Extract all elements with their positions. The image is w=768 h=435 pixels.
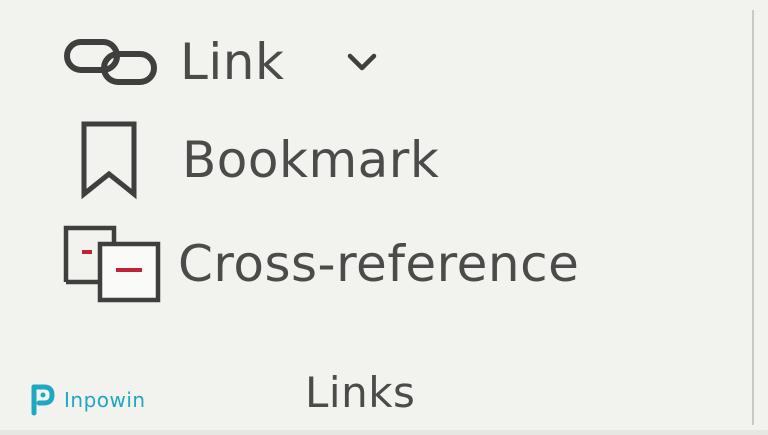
bookmark-button[interactable]: Bookmark <box>76 118 439 202</box>
cross-reference-icon <box>63 225 161 303</box>
link-label: Link <box>180 33 285 91</box>
cross-reference-label: Cross-reference <box>178 235 580 293</box>
ribbon-group-links: Link Bookmark Cross-reference Links Inpo… <box>0 0 768 435</box>
cross-reference-button[interactable]: Cross-reference <box>62 222 579 306</box>
link-button[interactable]: Link <box>62 24 382 100</box>
link-icon <box>64 39 157 85</box>
group-separator <box>752 10 754 425</box>
bookmark-icon <box>81 121 137 200</box>
group-label: Links <box>305 368 416 417</box>
bookmark-label: Bookmark <box>182 131 440 189</box>
watermark: Inpowin <box>30 383 146 417</box>
bottom-edge <box>0 430 768 435</box>
chevron-down-icon[interactable] <box>342 47 382 77</box>
watermark-text: Inpowin <box>64 388 146 412</box>
inpowin-logo-icon <box>31 384 55 416</box>
